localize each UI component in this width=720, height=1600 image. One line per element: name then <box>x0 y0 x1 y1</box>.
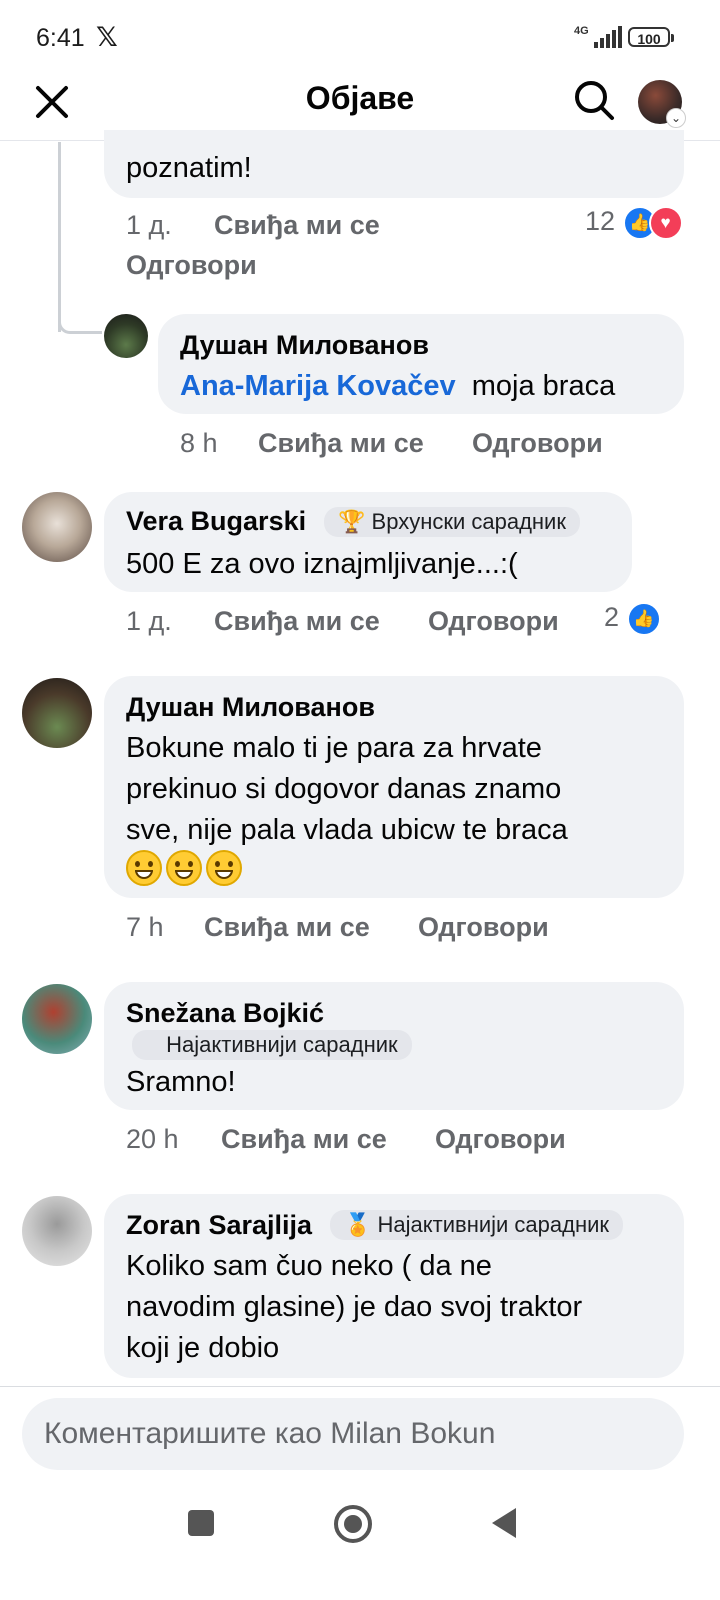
smile-emoji-icon <box>206 850 242 886</box>
comment-text-line: koji je dobio <box>126 1332 280 1364</box>
avatar[interactable] <box>104 314 148 358</box>
comment-author[interactable]: Душан Милованов <box>126 692 375 723</box>
reply-link[interactable]: Одговори <box>472 428 603 459</box>
comment-text-line: Bokune malo ti je para za hrvate <box>126 732 542 764</box>
comment-bubble: Zoran Sarajlija 🏅 Најактивнији сарадник … <box>104 1194 684 1378</box>
comment-author[interactable]: Vera Bugarski <box>126 506 306 537</box>
thread-line-branch <box>58 322 102 334</box>
reply-link[interactable]: Одговори <box>126 250 257 281</box>
reactions-count: 2 <box>604 602 620 633</box>
like-link[interactable]: Свиђа ми се <box>258 428 424 459</box>
avatar[interactable] <box>22 984 92 1054</box>
like-link[interactable]: Свиђа ми се <box>214 210 380 241</box>
status-bar: 6:41 𝕏 4G 100 <box>0 0 720 76</box>
like-link[interactable]: Свиђа ми се <box>204 912 370 943</box>
comment-time: 8 h <box>180 428 218 458</box>
reply-link[interactable]: Одговори <box>418 912 549 943</box>
comment-text-line: sve, nije pala vlada ubicw te braca <box>126 814 568 846</box>
comment-time: 1 д. <box>126 210 172 240</box>
comment-author[interactable]: Zoran Sarajlija <box>126 1210 312 1241</box>
like-reaction-icon: 👍 <box>626 602 661 636</box>
comment-time: 7 h <box>126 912 164 942</box>
comment-author[interactable]: Snežana Bojkić <box>126 998 324 1029</box>
recents-button[interactable] <box>188 1510 214 1536</box>
divider <box>0 1386 720 1387</box>
home-button[interactable] <box>334 1505 372 1543</box>
grin-emoji-icon <box>126 850 162 886</box>
reactions-summary[interactable]: 2 👍 <box>604 602 661 636</box>
comment-bubble: poznatim! <box>104 130 684 198</box>
signal-icon <box>594 26 622 48</box>
thread-line <box>58 142 61 332</box>
reactions-summary[interactable]: 12 👍 ♥ <box>585 206 683 240</box>
avatar[interactable] <box>22 678 92 748</box>
reply-link[interactable]: Одговори <box>435 1124 566 1155</box>
comment-bubble: Snežana Bojkić Најактивнији сарадник Sra… <box>104 982 684 1110</box>
status-badge: 🏅 Најактивнији сарадник <box>330 1210 624 1240</box>
like-link[interactable]: Свиђа ми се <box>221 1124 387 1155</box>
chevron-down-icon[interactable]: ⌄ <box>666 108 686 128</box>
status-time: 6:41 <box>36 24 85 52</box>
comment-bubble: Vera Bugarski 🏆 Врхунски сарадник 500 E … <box>104 492 632 592</box>
status-badge: 🏆 Врхунски сарадник <box>324 507 580 537</box>
search-icon[interactable] <box>572 78 616 122</box>
comment-time: 1 д. <box>126 606 172 636</box>
comment-text: 500 E za ovo iznajmljivanje...:( <box>126 548 518 580</box>
reactions-count: 12 <box>585 206 616 237</box>
mention-link[interactable]: Ana-Marija Kovačev <box>180 370 456 402</box>
avatar[interactable] <box>22 492 92 562</box>
network-label: 4G <box>574 25 589 37</box>
comment-text-line: Koliko sam čuo neko ( da ne <box>126 1250 492 1282</box>
comment-bubble: Душан Милованов Ana-Marija Kovačev moja … <box>158 314 684 414</box>
x-app-icon: 𝕏 <box>96 22 118 52</box>
back-button[interactable] <box>492 1508 516 1538</box>
emoji-row <box>126 850 246 886</box>
badge-icon: 🏅 <box>344 1212 372 1237</box>
comment-input[interactable]: Коментаришите као Milan Bokun <box>22 1398 684 1470</box>
like-link[interactable]: Свиђа ми се <box>214 606 380 637</box>
comment-bubble: Душан Милованов Bokune malo ti je para z… <box>104 676 684 898</box>
status-badge: Најактивнији сарадник <box>132 1030 412 1060</box>
avatar[interactable] <box>22 1196 92 1266</box>
comment-time: 20 h <box>126 1124 179 1154</box>
reply-link[interactable]: Одговори <box>428 606 559 637</box>
grin-emoji-icon <box>166 850 202 886</box>
battery-icon: 100 <box>628 27 674 47</box>
trophy-icon: 🏆 <box>338 509 366 534</box>
comment-text: poznatim! <box>126 152 252 184</box>
comment-text-line: navodim glasine) je dao svoj traktor <box>126 1291 583 1323</box>
comment-text: Ana-Marija Kovačev moja braca <box>180 370 616 402</box>
love-reaction-icon: ♥ <box>648 206 683 240</box>
comment-text: Sramno! <box>126 1066 236 1098</box>
comment-text-line: prekinuo si dogovor danas znamo <box>126 773 562 805</box>
comment-author[interactable]: Душан Милованов <box>180 330 429 361</box>
